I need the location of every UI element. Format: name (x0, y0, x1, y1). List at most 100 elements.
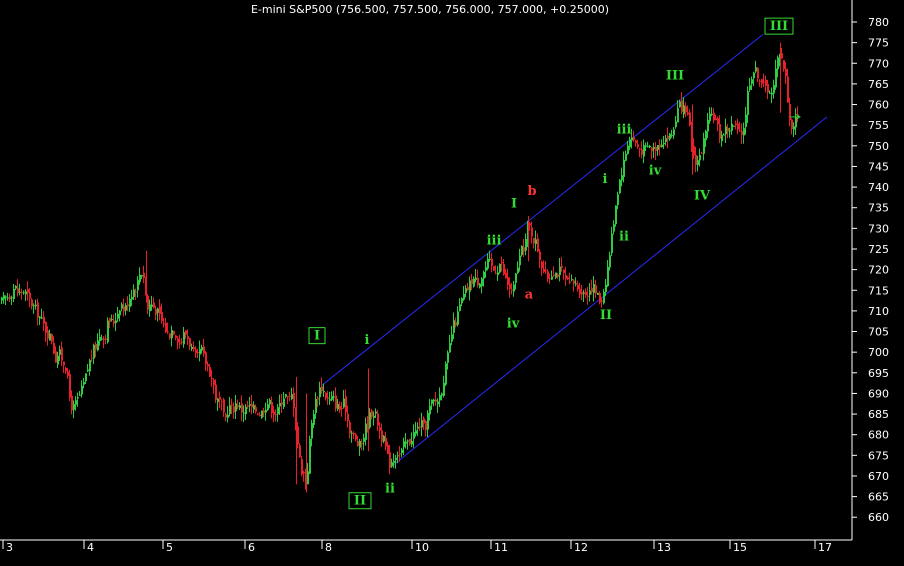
candle-body (539, 251, 541, 261)
candle-body (275, 414, 277, 416)
candle-body (471, 279, 473, 285)
y-tick-label: 715 (868, 284, 889, 297)
candle-body (615, 205, 617, 224)
candle-body (27, 289, 29, 294)
candle-body (443, 382, 445, 396)
candle-body (425, 421, 427, 431)
candle-body (639, 148, 641, 150)
candle-body (599, 293, 601, 303)
candle-body (537, 238, 539, 252)
x-tick-label: 8 (325, 541, 332, 554)
candle-body (513, 284, 515, 292)
x-tick-label: 4 (87, 541, 94, 554)
y-tick-label: 760 (868, 99, 889, 112)
candle-body (759, 80, 761, 82)
candle-body (557, 274, 559, 278)
candle-body (593, 284, 595, 293)
candle-body (151, 304, 153, 307)
y-tick-label: 660 (868, 511, 889, 524)
candle-body (235, 403, 237, 412)
candle-body (413, 432, 415, 439)
candle-body (721, 134, 723, 142)
candle-body (701, 152, 703, 154)
candle-body (195, 349, 197, 354)
candle-body (67, 371, 69, 376)
candle-body (679, 101, 681, 108)
candle-body (575, 283, 577, 285)
candle-body (323, 391, 325, 393)
candle-body (219, 396, 221, 400)
candle-body (387, 444, 389, 455)
candle-body (215, 384, 217, 400)
candle-body (103, 338, 105, 340)
candle-body (507, 277, 509, 285)
candle-body (221, 401, 223, 403)
candle-body (149, 304, 151, 312)
candle-body (473, 278, 475, 287)
candle-body (111, 319, 113, 321)
candle-body (267, 404, 269, 411)
candle-body (363, 437, 365, 442)
y-tick-label: 755 (868, 119, 889, 132)
candle-body (649, 145, 651, 148)
candle-body (311, 423, 313, 439)
candle-body (489, 258, 491, 260)
chart-title: E-mini S&P500 (756.500, 757.500, 756.000… (251, 3, 609, 16)
candle-body (673, 129, 675, 136)
candle-body (795, 116, 797, 128)
y-tick-label: 680 (868, 429, 889, 442)
candle-body (37, 302, 39, 318)
candle-body (109, 318, 111, 322)
candle-body (685, 106, 687, 113)
candle-body (435, 399, 437, 402)
candle-body (205, 352, 207, 365)
candle-body (127, 304, 129, 307)
candle-body (57, 355, 59, 365)
candle-body (55, 351, 57, 363)
candle-body (25, 291, 27, 295)
candle-body (377, 413, 379, 426)
candle-body (635, 140, 637, 144)
candle-body (369, 412, 371, 428)
price-chart[interactable]: E-mini S&P500 (756.500, 757.500, 756.000… (0, 0, 904, 566)
wave-label: b (527, 184, 536, 199)
candle-body (175, 335, 177, 338)
candle-body (667, 135, 669, 140)
candle-body (619, 179, 621, 194)
candle-body (493, 266, 495, 271)
candle-body (417, 426, 419, 429)
candle-body (441, 393, 443, 396)
y-tick-label: 720 (868, 264, 889, 277)
candle-body (693, 145, 695, 156)
candle-body (385, 437, 387, 447)
candle-body (533, 237, 535, 244)
candle-body (657, 145, 659, 150)
candle-body (347, 413, 349, 422)
y-tick-label: 710 (868, 305, 889, 318)
candle-body (157, 308, 159, 313)
candle-body (179, 342, 181, 344)
candle-body (497, 272, 499, 276)
candle-body (165, 322, 167, 333)
candle-body (321, 386, 323, 392)
candle-body (695, 154, 697, 165)
candle-body (51, 333, 53, 342)
candle-body (555, 272, 557, 278)
candle-body (403, 441, 405, 448)
candle-body (371, 410, 373, 417)
candle-body (699, 155, 701, 161)
candle-body (467, 286, 469, 291)
candle-body (167, 331, 169, 333)
y-tick-label: 665 (868, 491, 889, 504)
candle-body (279, 402, 281, 407)
candle-body (773, 85, 775, 94)
candle-body (647, 146, 649, 148)
candle-body (391, 462, 393, 467)
candle-body (97, 340, 99, 351)
candle-body (11, 297, 13, 299)
candle-body (535, 239, 537, 244)
candle-body (247, 405, 249, 407)
candle-body (3, 295, 5, 300)
candle-body (517, 267, 519, 273)
candle-body (91, 357, 93, 359)
